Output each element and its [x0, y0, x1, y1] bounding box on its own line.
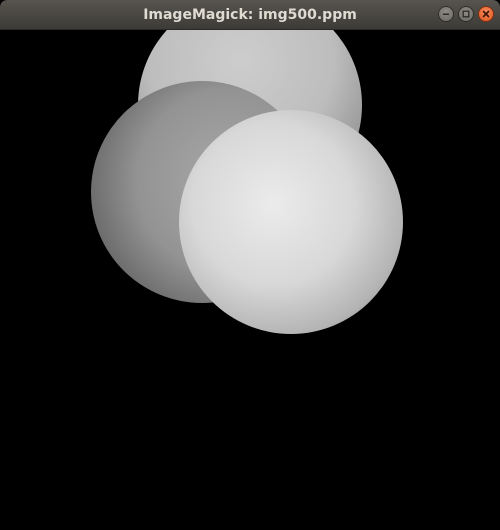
close-icon — [482, 10, 490, 18]
imagemagick-window: ImageMagick: img500.ppm — [0, 0, 500, 530]
maximize-button[interactable] — [458, 6, 474, 22]
minimize-icon — [443, 13, 449, 15]
title-bar[interactable]: ImageMagick: img500.ppm — [0, 0, 500, 30]
close-button[interactable] — [478, 6, 494, 22]
window-title: ImageMagick: img500.ppm — [143, 7, 357, 23]
rendered-image — [91, 0, 403, 334]
sphere-right — [179, 110, 403, 334]
window-controls — [438, 6, 494, 24]
minimize-button[interactable] — [438, 6, 454, 22]
maximize-icon — [462, 10, 470, 18]
image-canvas — [0, 0, 500, 530]
